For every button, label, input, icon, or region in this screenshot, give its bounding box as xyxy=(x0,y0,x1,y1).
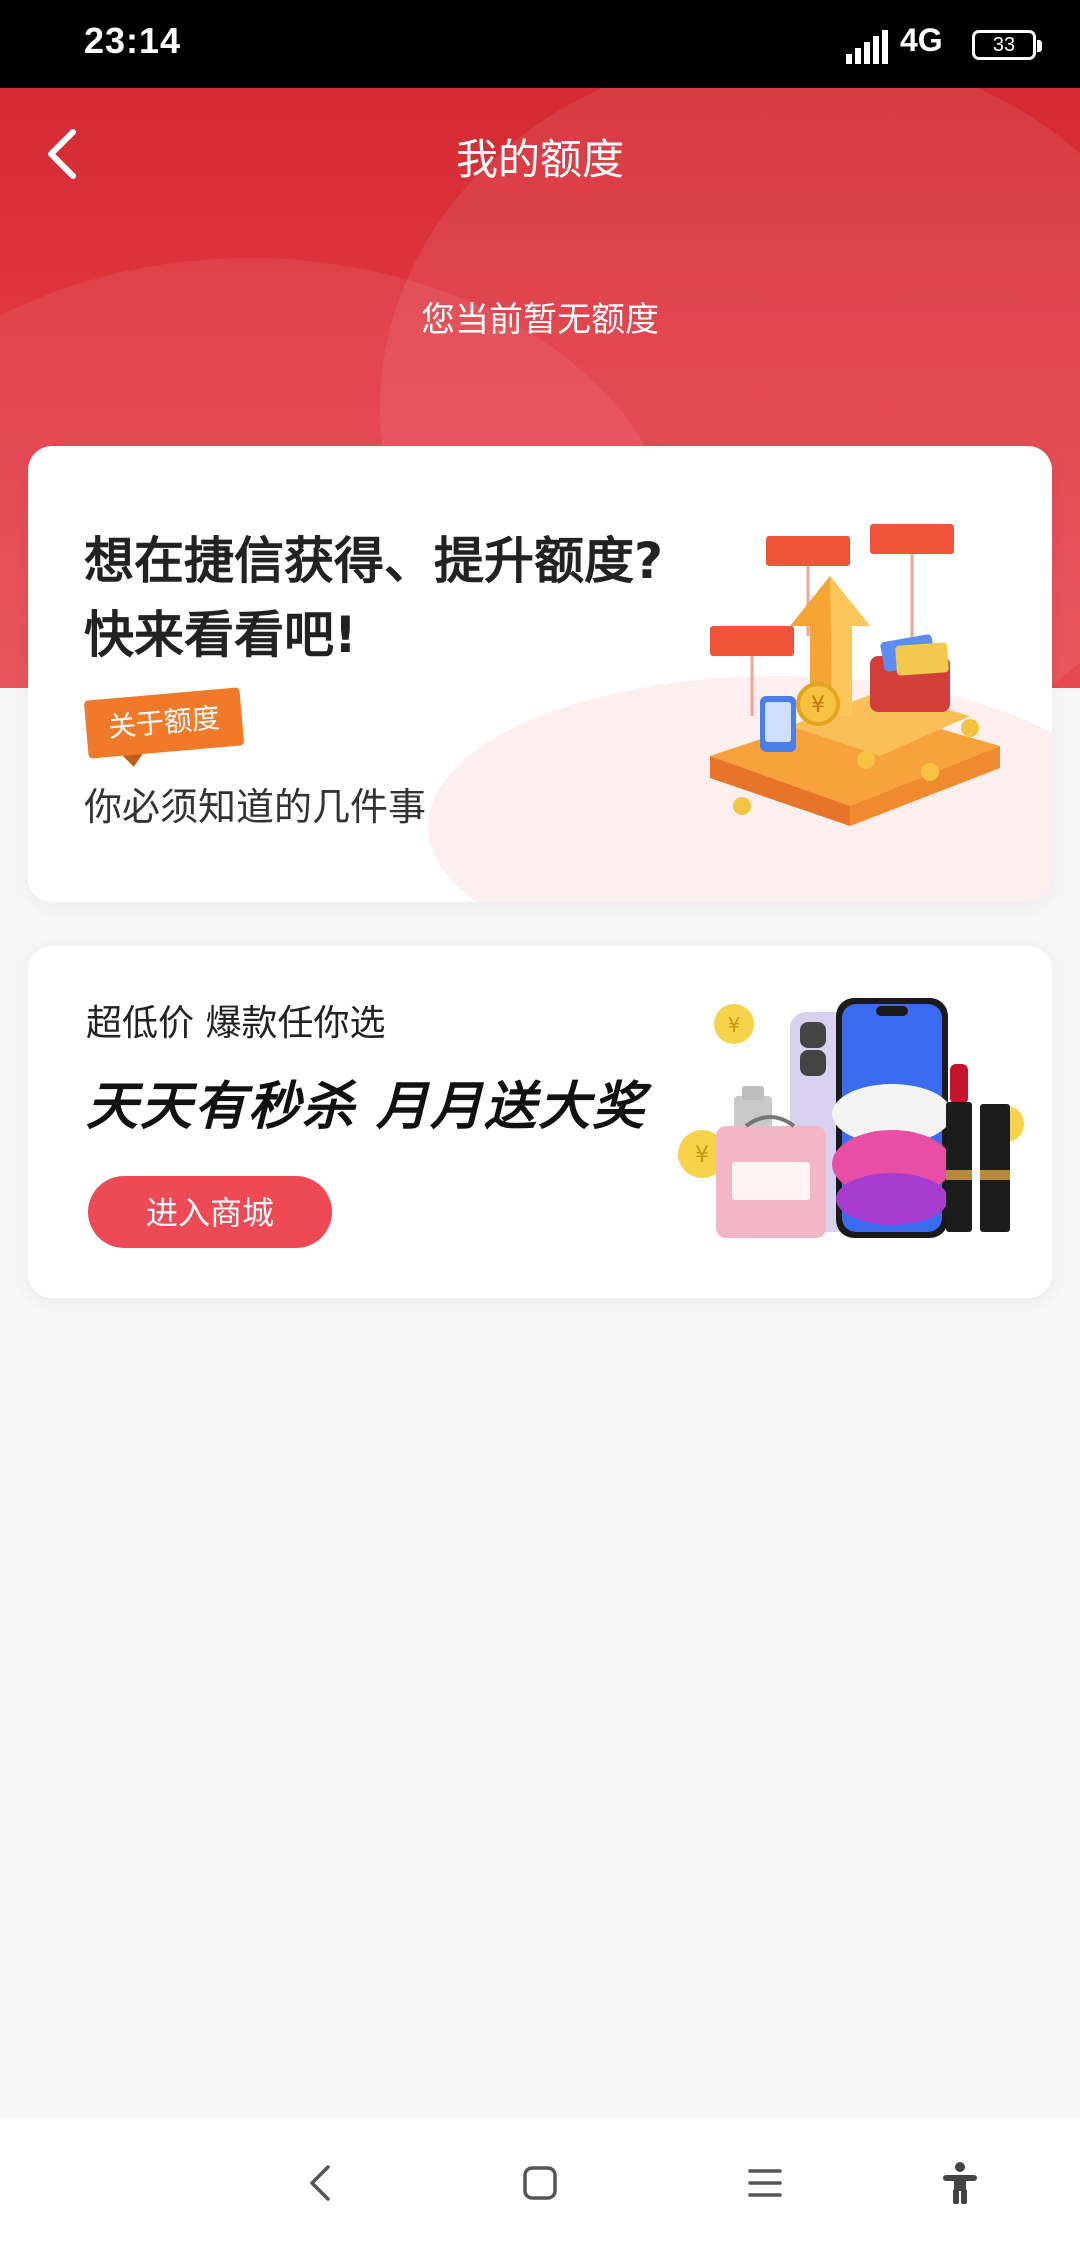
headline-line-1: 想在捷信获得、提升额度? xyxy=(84,532,664,590)
nav-accessibility-button[interactable] xyxy=(930,2153,990,2213)
enter-mall-button[interactable]: 进入商城 xyxy=(88,1176,332,1248)
about-quota-card[interactable]: 想在捷信获得、提升额度? 快来看看吧! 关于额度 你必须知道的几件事 ¥ xyxy=(28,446,1052,902)
mall-promo-headline: 天天有秒杀 月月送大奖 xyxy=(86,1077,647,1137)
page-title: 我的额度 xyxy=(455,135,624,184)
about-quota-headline: 想在捷信获得、提升额度? 快来看看吧! xyxy=(84,524,724,672)
svg-text:¥: ¥ xyxy=(811,693,825,718)
mall-promo-card[interactable]: 超低价 爆款任你选 天天有秒杀 月月送大奖 进入商城 ¥ ¥ xyxy=(28,946,1052,1298)
mall-promo-subtitle: 超低价 爆款任你选 xyxy=(86,1003,386,1044)
nav-back-button[interactable] xyxy=(290,2153,350,2213)
headline-line-2: 快来看看吧! xyxy=(84,606,357,664)
home-icon xyxy=(523,2166,557,2200)
screen: 23:14 4G 33 我的额度 您当前暂无额度 想在捷信获得、提升额度? 快来… xyxy=(0,0,1080,2248)
status-bar: 23:14 4G 33 xyxy=(0,0,1080,88)
nav-home-button[interactable] xyxy=(510,2153,570,2213)
back-icon xyxy=(310,2165,330,2201)
battery-icon: 33 xyxy=(972,30,1042,60)
status-time: 23:14 xyxy=(84,20,182,61)
menu-icon xyxy=(748,2169,782,2197)
svg-text:¥: ¥ xyxy=(728,1013,741,1037)
system-nav-bar xyxy=(0,2116,1080,2248)
quota-status: 您当前暂无额度 xyxy=(421,300,659,340)
products-illustration: ¥ ¥ xyxy=(678,998,1024,1238)
accessibility-icon xyxy=(943,2162,977,2204)
quota-growth-illustration: ¥ xyxy=(710,524,1000,826)
network-type: 4G xyxy=(900,22,943,58)
about-quota-subtitle: 你必须知道的几件事 xyxy=(84,785,427,829)
nav-menu-button[interactable] xyxy=(735,2153,795,2213)
svg-text:¥: ¥ xyxy=(695,1143,709,1168)
signal-icon xyxy=(846,30,890,64)
about-quota-tag: 关于额度 xyxy=(83,687,245,759)
